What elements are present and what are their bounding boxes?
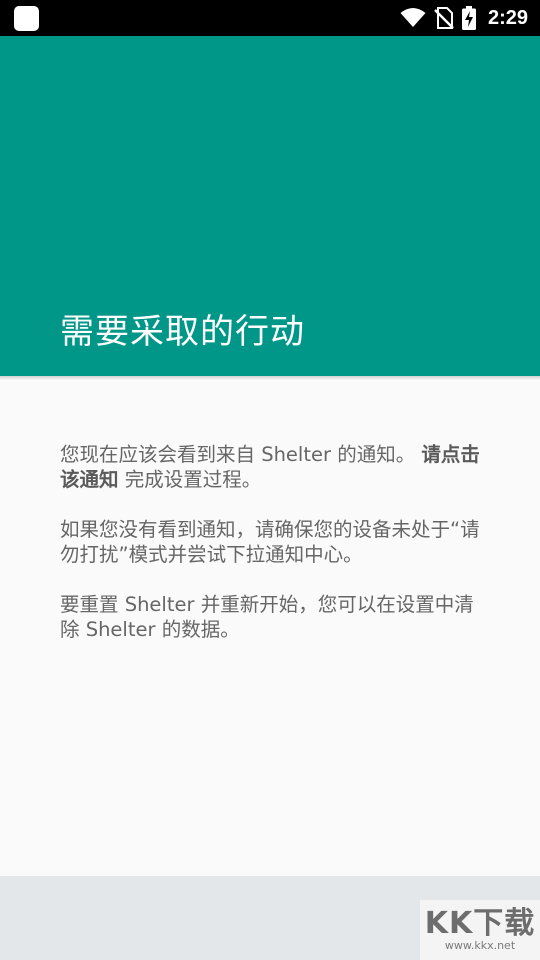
app-notification-icon bbox=[14, 6, 39, 31]
watermark: KK下载 www.kkx.net bbox=[420, 900, 540, 960]
page-title: 需要采取的行动 bbox=[60, 312, 305, 352]
status-time: 2:29 bbox=[487, 6, 528, 29]
header-shadow bbox=[0, 376, 540, 380]
instruction-paragraph-3: 要重置 Shelter 并重新开始，您可以在设置中清除 Shelter 的数据。 bbox=[60, 593, 474, 641]
watermark-url: www.kkx.net bbox=[444, 939, 516, 952]
status-icons: 2:29 bbox=[400, 0, 528, 36]
para1-text: 您现在应该会看到来自 Shelter 的通知。 bbox=[60, 443, 422, 466]
status-bar: 2:29 bbox=[0, 0, 540, 36]
instruction-paragraph-2: 如果您没有看到通知，请确保您的设备未处于“请勿打扰”模式并尝试下拉通知中心。 bbox=[60, 518, 480, 566]
no-sim-icon bbox=[434, 7, 454, 29]
battery-charging-icon bbox=[461, 6, 476, 30]
para1-tail: 完成设置过程。 bbox=[118, 468, 262, 491]
wifi-icon bbox=[400, 8, 426, 27]
instruction-paragraph-1: 您现在应该会看到来自 Shelter 的通知。 请点击该通知 完成设置过程。 bbox=[60, 442, 480, 492]
watermark-logo: KK下载 bbox=[424, 906, 536, 941]
header: 需要采取的行动 bbox=[0, 36, 540, 376]
instructions: 您现在应该会看到来自 Shelter 的通知。 请点击该通知 完成设置过程。 如… bbox=[60, 442, 480, 667]
